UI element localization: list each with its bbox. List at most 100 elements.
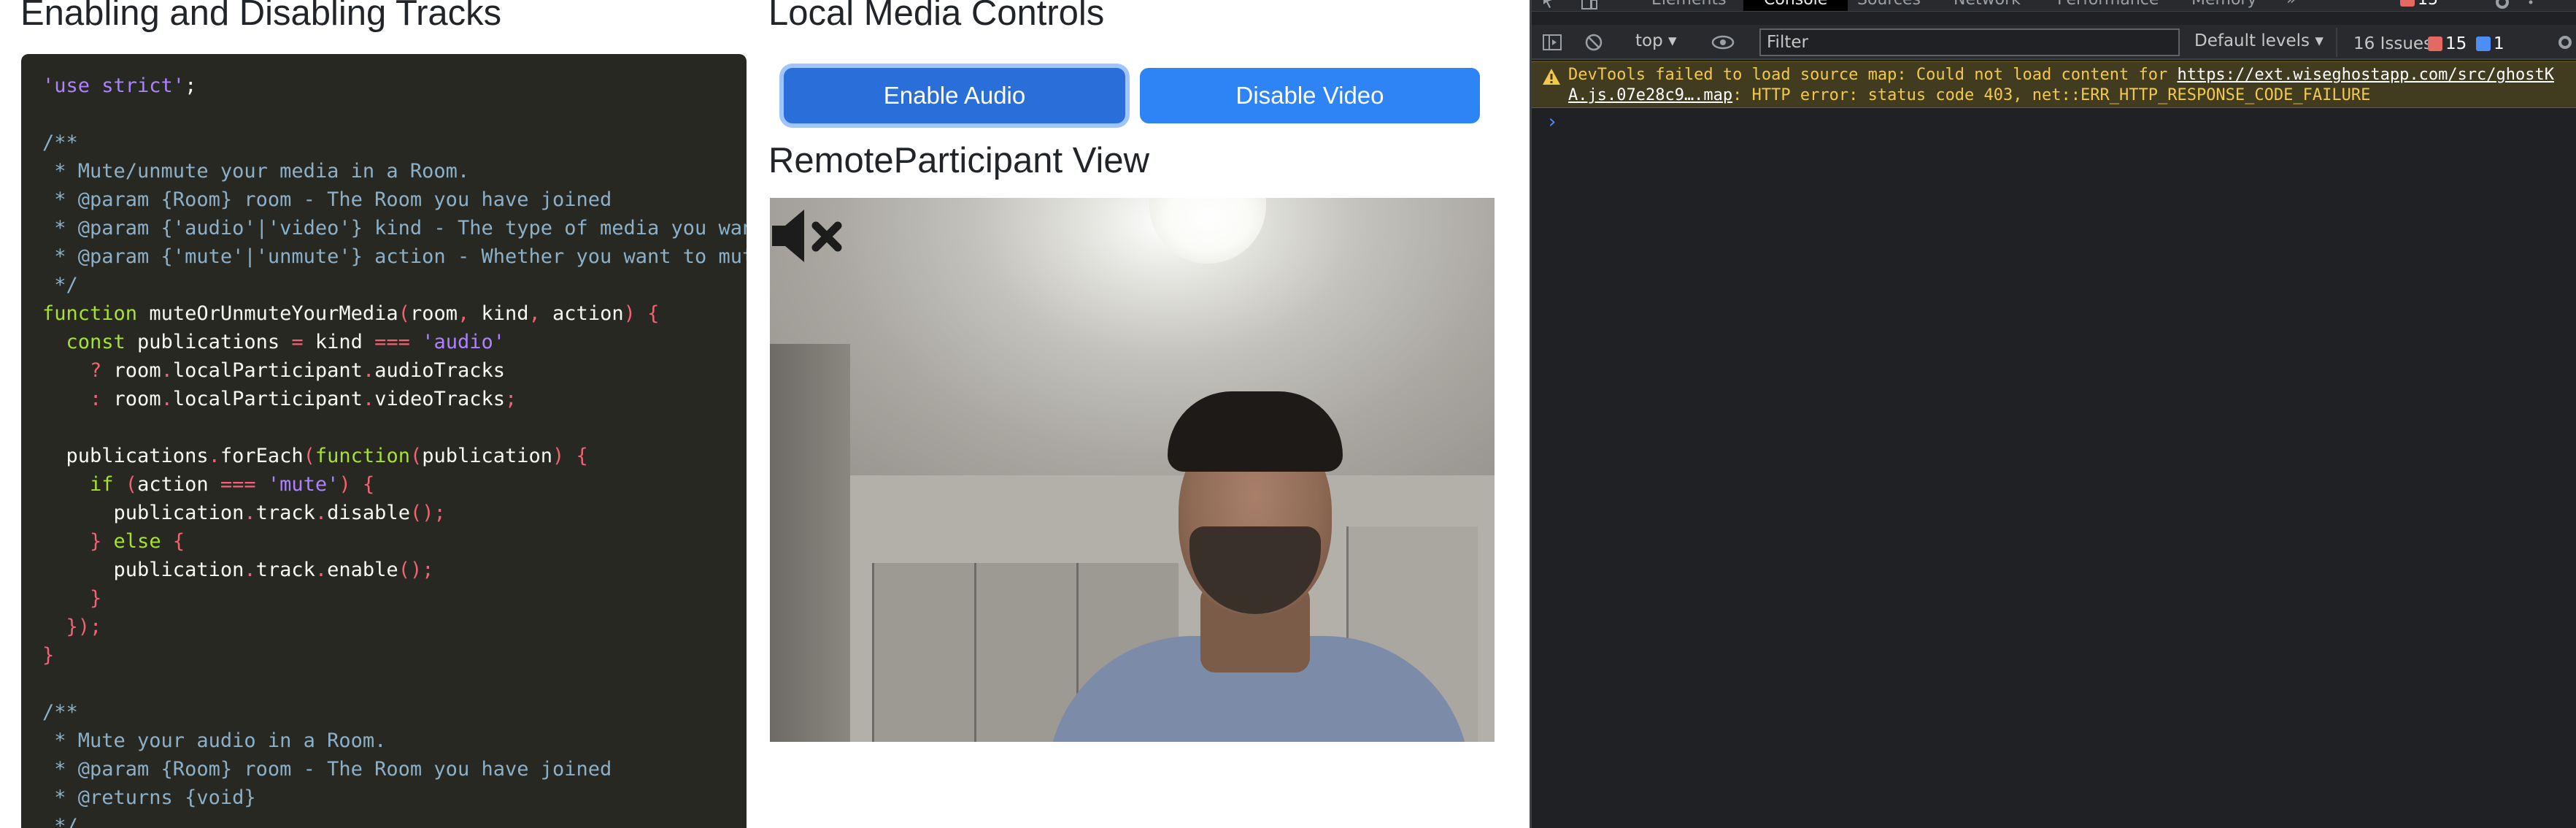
remote-participant-video[interactable] <box>770 198 1495 742</box>
tab-memory[interactable]: Memory <box>2191 0 2256 11</box>
code-token: . <box>362 359 375 382</box>
code-line: publication.track.enable(); <box>42 556 747 584</box>
tab-network[interactable]: Network <box>1954 0 2021 11</box>
code-token: ; <box>505 388 517 410</box>
code-token: : <box>42 388 114 410</box>
code-token: 'audio' <box>422 331 505 353</box>
code-token: }); <box>42 616 102 638</box>
video-person-hair <box>1168 391 1343 472</box>
code-line: }); <box>42 613 747 641</box>
code-line: * @param {Room} room - The Room you have… <box>42 185 747 214</box>
code-line: */ <box>42 812 747 828</box>
code-token: * @param {'audio'|'video'} kind - The ty… <box>42 217 747 239</box>
code-line: : room.localParticipant.videoTracks; <box>42 385 747 413</box>
code-token: . <box>315 502 328 524</box>
disable-video-button[interactable]: Disable Video <box>1140 68 1480 123</box>
code-token: publications <box>42 445 209 467</box>
code-block: 'use strict'; /** * Mute/unmute your medi… <box>21 54 747 828</box>
console-warning-message: DevTools failed to load source map: Coul… <box>1532 61 2576 108</box>
log-levels-value: Default levels <box>2194 31 2310 50</box>
code-token: } <box>42 530 114 553</box>
error-count-badge[interactable]: 15 <box>2400 0 2438 11</box>
context-selector[interactable]: top ▾ <box>1635 31 1677 50</box>
tab-sources[interactable]: Sources <box>1857 0 1921 11</box>
tab-elements[interactable]: Elements <box>1651 0 1727 11</box>
code-token: * @param {Room} room - The Room you have… <box>42 188 612 211</box>
video-ceiling <box>770 198 1495 505</box>
code-token: = <box>291 331 315 353</box>
code-token: audioTracks <box>374 359 506 382</box>
code-token: */ <box>42 815 78 828</box>
code-line: const publications = kind === 'audio' <box>42 328 747 356</box>
info-icon <box>2476 37 2491 51</box>
context-value: top <box>1635 31 1663 50</box>
tab-console[interactable]: Console <box>1743 0 1848 11</box>
code-token: * @param {'mute'|'unmute'} action - Whet… <box>42 245 747 268</box>
code-token: 'mute' <box>267 473 339 496</box>
code-line: * @param {'audio'|'video'} kind - The ty… <box>42 214 747 242</box>
code-token: kind <box>315 331 375 353</box>
code-token: (); <box>409 502 446 524</box>
code-token: if <box>42 473 126 496</box>
tab-performance[interactable]: Performance <box>2057 0 2159 11</box>
code-token: room <box>113 359 161 382</box>
gear-icon[interactable] <box>2494 0 2511 10</box>
code-token: === <box>374 331 423 353</box>
issues-counter[interactable]: 16 Issues: 15 1 <box>2336 28 2504 57</box>
clear-console-icon[interactable] <box>1584 33 1603 52</box>
issues-info-count: 1 <box>2494 34 2504 53</box>
code-token: * @returns {void} <box>42 786 256 809</box>
code-token: ) { <box>623 302 660 325</box>
warning-prefix: DevTools failed to load source map: Coul… <box>1568 66 2178 84</box>
enable-audio-button[interactable]: Enable Audio <box>784 68 1125 123</box>
issues-errors: 15 <box>2428 34 2467 53</box>
code-line: } else { <box>42 527 747 556</box>
code-token: action <box>137 473 220 496</box>
tab-overflow[interactable]: » <box>2286 0 2296 11</box>
device-toolbar-icon[interactable] <box>1580 0 1599 10</box>
code-token: . <box>161 388 173 410</box>
code-token: . <box>161 359 173 382</box>
sidebar-toggle-icon[interactable] <box>1542 34 1562 51</box>
inspect-element-icon[interactable] <box>1542 0 1561 10</box>
video-closet-seam <box>974 563 976 742</box>
error-count: 15 <box>2418 0 2438 9</box>
code-token: room <box>113 388 161 410</box>
code-token: , <box>528 302 553 325</box>
code-token: . <box>244 559 256 581</box>
code-token: ( <box>303 445 315 467</box>
console-settings-gear-icon[interactable] <box>2556 34 2574 51</box>
console-filter-input[interactable] <box>1759 28 2180 56</box>
issues-label: 16 Issues: <box>2353 34 2438 53</box>
error-icon <box>2400 0 2415 7</box>
code-token: /** <box>42 701 78 724</box>
code-token: function <box>42 302 150 325</box>
code-token: disable <box>327 502 410 524</box>
issues-error-count: 15 <box>2445 34 2467 53</box>
code-line: * Mute your audio in a Room. <box>42 727 747 755</box>
code-token: . <box>362 388 375 410</box>
code-token: enable <box>327 559 398 581</box>
eye-icon[interactable] <box>1711 34 1735 51</box>
code-token: { <box>172 530 185 553</box>
code-token: const <box>42 331 138 353</box>
more-options-icon[interactable] <box>2527 0 2534 10</box>
code-token: */ <box>42 274 78 296</box>
code-token: * Mute your audio in a Room. <box>42 729 387 752</box>
code-token: ( <box>409 445 423 467</box>
code-token: publications <box>137 331 292 353</box>
code-token: publication <box>42 559 244 581</box>
code-token: * Mute/unmute your media in a Room. <box>42 160 470 183</box>
code-line: * @param {Room} room - The Room you have… <box>42 755 747 783</box>
code-line: * @param {'mute'|'unmute'} action - Whet… <box>42 242 747 271</box>
console-prompt[interactable]: › <box>1546 111 1558 133</box>
log-levels-dropdown[interactable]: Default levels ▾ <box>2194 31 2324 50</box>
code-token: muteOrUnmuteYourMedia <box>149 302 398 325</box>
issues-info: 1 <box>2476 34 2504 53</box>
console-toolbar: top ▾ Default levels ▾ 16 Issues: 15 1 <box>1532 25 2576 60</box>
code-token: /** <box>42 131 78 154</box>
section-heading-tracks: Enabling and Disabling Tracks <box>20 0 502 33</box>
code-token: function <box>315 445 410 467</box>
